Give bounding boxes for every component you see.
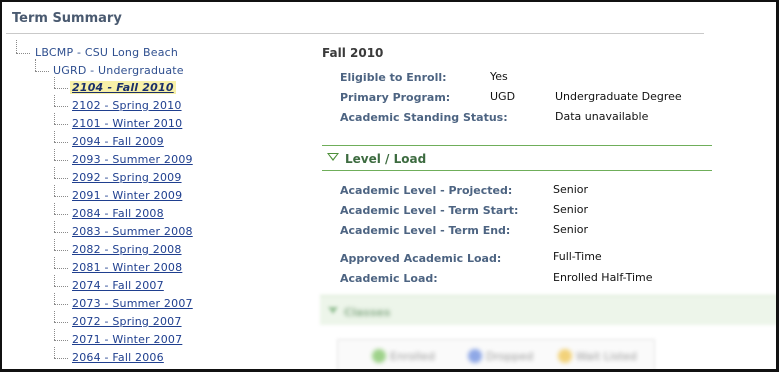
term-link[interactable]: 2074 - Fall 2007 (72, 279, 164, 292)
term-heading: Fall 2010 (322, 46, 384, 60)
approved-load-value: Full-Time (553, 250, 602, 263)
term-link[interactable]: 2094 - Fall 2009 (72, 135, 164, 148)
tree-connector (54, 185, 55, 196)
tree-connector (54, 232, 68, 233)
tree-connector (54, 221, 55, 232)
tree-connector (54, 149, 55, 160)
tree-connector (16, 53, 30, 54)
page-title: Term Summary (12, 11, 122, 26)
primary-program-name: Undergraduate Degree (555, 90, 682, 103)
tree-connector (54, 124, 68, 125)
academic-load-label: Academic Load: (340, 272, 438, 285)
tree-connector (54, 268, 68, 269)
tree-connector (16, 40, 17, 53)
term-link[interactable]: 2084 - Fall 2008 (72, 207, 164, 220)
tree-connector (54, 340, 68, 341)
enrolled-filter-button[interactable]: Enrolled (390, 350, 435, 363)
tree-connector (54, 214, 68, 215)
tree-connector (54, 88, 68, 89)
dropped-filter-button[interactable]: Dropped (486, 350, 533, 363)
tree-connector (54, 160, 68, 161)
tree-connector (35, 59, 36, 71)
term-link[interactable]: 2072 - Spring 2007 (72, 315, 182, 328)
tree-connector (54, 304, 68, 305)
primary-program-code: UGD (490, 90, 516, 103)
approved-load-label: Approved Academic Load: (340, 252, 502, 265)
tree-connector (54, 322, 68, 323)
eligible-label: Eligible to Enroll: (340, 71, 447, 84)
tree-connector (54, 239, 55, 250)
tree-connector (54, 131, 55, 142)
tree-connector (54, 113, 55, 124)
term-link[interactable]: 2081 - Winter 2008 (72, 261, 182, 274)
eligible-value: Yes (490, 70, 508, 83)
primary-program-label: Primary Program: (340, 91, 451, 104)
warning-icon (558, 349, 572, 363)
term-link[interactable]: 2091 - Winter 2009 (72, 189, 182, 202)
level-term-end-label: Academic Level - Term End: (340, 224, 511, 237)
academic-standing-value: Data unavailable (555, 110, 649, 123)
tree-connector (54, 203, 55, 214)
level-term-start-value: Senior (553, 203, 589, 216)
term-link[interactable]: 2092 - Spring 2009 (72, 171, 182, 184)
level-term-start-label: Academic Level - Term Start: (340, 204, 519, 217)
level-projected-value: Senior (553, 183, 589, 196)
tree-connector (54, 77, 55, 88)
title-divider (6, 33, 704, 34)
level-projected-label: Academic Level - Projected: (340, 184, 513, 197)
tree-connector (54, 196, 68, 197)
tree-connector (54, 250, 68, 251)
term-link[interactable]: 2064 - Fall 2006 (72, 351, 164, 364)
tree-connector (54, 329, 55, 340)
tree-connector (35, 71, 49, 72)
academic-standing-label: Academic Standing Status: (340, 111, 508, 124)
term-link[interactable]: 2083 - Summer 2008 (72, 225, 193, 238)
tree-connector (54, 358, 68, 359)
tree-connector (54, 347, 55, 358)
term-link[interactable]: 2082 - Spring 2008 (72, 243, 182, 256)
term-link[interactable]: 2104 - Fall 2010 (70, 81, 176, 94)
check-icon (372, 349, 386, 363)
tree-connector (54, 142, 68, 143)
wait-listed-filter-button[interactable]: Wait Listed (576, 350, 637, 363)
classes-section-title: Classes (344, 306, 391, 319)
term-summary-window: Term Summary LBCMP - CSU Long Beach UGRD… (0, 0, 779, 372)
collapse-triangle-icon[interactable] (327, 153, 339, 161)
tree-node-institution[interactable]: LBCMP - CSU Long Beach (35, 46, 178, 59)
term-link[interactable]: 2101 - Winter 2010 (72, 117, 182, 130)
dropped-icon (468, 349, 482, 363)
level-load-section-header[interactable]: Level / Load (322, 145, 712, 171)
tree-connector (54, 257, 55, 268)
tree-connector (54, 178, 68, 179)
tree-connector (54, 95, 55, 106)
collapse-triangle-icon[interactable] (328, 307, 338, 314)
level-term-end-value: Senior (553, 223, 589, 236)
tree-node-career[interactable]: UGRD - Undergraduate (53, 64, 184, 77)
tree-connector (54, 106, 68, 107)
term-link[interactable]: 2093 - Summer 2009 (72, 153, 193, 166)
level-load-title: Level / Load (345, 152, 427, 166)
tree-connector (54, 286, 68, 287)
tree-connector (54, 293, 55, 304)
tree-connector (54, 167, 55, 178)
tree-connector (54, 311, 55, 322)
tree-connector (54, 275, 55, 286)
term-link[interactable]: 2102 - Spring 2010 (72, 99, 182, 112)
term-link[interactable]: 2073 - Summer 2007 (72, 297, 193, 310)
academic-load-value: Enrolled Half-Time (553, 271, 653, 284)
term-link[interactable]: 2071 - Winter 2007 (72, 333, 182, 346)
